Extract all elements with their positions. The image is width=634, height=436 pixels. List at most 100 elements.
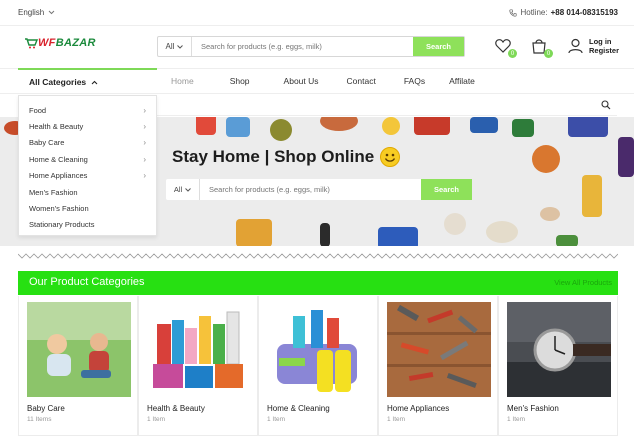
search-icon[interactable] bbox=[601, 100, 611, 110]
search-category-select[interactable]: All bbox=[158, 37, 192, 56]
category-card-baby-care[interactable]: Baby Care 11 Items bbox=[18, 296, 138, 436]
chevron-down-icon bbox=[48, 10, 55, 15]
produce-image bbox=[378, 227, 418, 246]
hero-search-button[interactable]: Search bbox=[421, 179, 472, 200]
produce-image bbox=[540, 207, 560, 221]
produce-image bbox=[414, 117, 450, 135]
produce-image bbox=[486, 221, 518, 243]
login-register-button[interactable]: Log in Register bbox=[568, 37, 619, 55]
logo-text: WFBAZAR bbox=[38, 37, 96, 49]
nav-item-affilate[interactable]: Affilate bbox=[449, 76, 475, 86]
produce-image bbox=[382, 117, 400, 135]
produce-image bbox=[320, 117, 358, 131]
produce-image bbox=[568, 117, 608, 137]
produce-image bbox=[556, 235, 578, 246]
hero-search: All Search bbox=[166, 179, 472, 200]
category-card-home-appliances[interactable]: Home Appliances 1 Item bbox=[378, 296, 498, 436]
nav-item-contact[interactable]: Contact bbox=[347, 76, 376, 86]
hotline-number[interactable]: +88 014-08315193 bbox=[551, 8, 618, 17]
home-appliances-image bbox=[387, 302, 491, 397]
nav-item-faqs[interactable]: FAQs bbox=[404, 76, 425, 86]
produce-image bbox=[444, 213, 466, 235]
nav-item-shop[interactable]: Shop bbox=[230, 76, 250, 86]
header: WFBAZAR All Search 0 0 Log in Register bbox=[0, 26, 634, 68]
cart-button[interactable]: 0 bbox=[531, 38, 553, 58]
top-bar: English Hotline: +88 014-08315193 bbox=[0, 0, 634, 26]
chevron-right-icon: › bbox=[143, 154, 146, 164]
category-count: 11 Items bbox=[27, 416, 52, 423]
category-name: Men's Fashion bbox=[507, 404, 559, 413]
categories-section-header: Our Product Categories View All Products bbox=[18, 271, 618, 295]
register-label: Register bbox=[589, 46, 620, 55]
baby-care-image bbox=[27, 302, 131, 397]
category-count: 1 Item bbox=[267, 416, 286, 423]
secondary-search-row bbox=[157, 95, 617, 116]
category-name: Home Appliances bbox=[387, 404, 450, 413]
category-name: Baby Care bbox=[27, 404, 65, 413]
produce-image bbox=[270, 119, 292, 141]
user-icon bbox=[568, 38, 583, 54]
produce-image bbox=[226, 117, 250, 137]
phone-icon bbox=[509, 8, 518, 17]
produce-image bbox=[582, 175, 602, 217]
section-title: Our Product Categories bbox=[29, 276, 145, 288]
logo[interactable]: WFBAZAR bbox=[24, 37, 96, 49]
hero-search-input[interactable] bbox=[200, 179, 421, 200]
dropdown-item-food[interactable]: Food › bbox=[19, 102, 156, 118]
search-input[interactable] bbox=[192, 37, 413, 56]
hero-search-category-select[interactable]: All bbox=[166, 179, 200, 200]
wishlist-button[interactable]: 0 bbox=[495, 38, 517, 58]
nav-menu: Home Shop About Us Contact FAQs Affilate bbox=[171, 76, 475, 86]
hotline-label: Hotline: bbox=[520, 8, 548, 17]
produce-image bbox=[196, 117, 216, 135]
wishlist-count-badge: 0 bbox=[508, 49, 517, 58]
main-nav: All Categories Home Shop About Us Contac… bbox=[0, 68, 634, 94]
language-selector[interactable]: English bbox=[18, 8, 55, 17]
cart-logo-icon bbox=[25, 38, 38, 49]
dropdown-item-health-beauty[interactable]: Health & Beauty › bbox=[19, 118, 156, 134]
categories-dropdown: Food › Health & Beauty › Baby Care › Home &… bbox=[18, 95, 157, 236]
chevron-down-icon bbox=[177, 44, 184, 49]
zigzag-divider bbox=[18, 253, 618, 259]
category-card-health-beauty[interactable]: Health & Beauty 1 Item bbox=[138, 296, 258, 436]
produce-image bbox=[618, 137, 634, 177]
dropdown-item-stationary[interactable]: Stationary Products bbox=[19, 217, 156, 233]
health-beauty-image bbox=[147, 302, 251, 397]
produce-image bbox=[470, 117, 498, 133]
login-label: Log in bbox=[589, 37, 612, 46]
language-label: English bbox=[18, 8, 45, 17]
category-count: 1 Item bbox=[147, 416, 166, 423]
nav-item-about[interactable]: About Us bbox=[284, 76, 319, 86]
cart-count-badge: 0 bbox=[544, 49, 553, 58]
all-categories-toggle[interactable]: All Categories bbox=[18, 68, 157, 94]
search-button[interactable]: Search bbox=[413, 37, 464, 56]
chevron-up-icon bbox=[91, 80, 98, 84]
dropdown-item-mens-fashion[interactable]: Men's Fashion bbox=[19, 184, 156, 200]
hero-title: Stay Home | Shop Online bbox=[172, 147, 401, 167]
produce-image bbox=[532, 145, 560, 173]
category-name: Health & Beauty bbox=[147, 404, 205, 413]
category-card-home-cleaning[interactable]: Home & Cleaning 1 Item bbox=[258, 296, 378, 436]
mens-fashion-image bbox=[507, 302, 611, 397]
dropdown-item-womens-fashion[interactable]: Women's Fashion bbox=[19, 200, 156, 216]
category-count: 1 Item bbox=[507, 416, 526, 423]
nav-item-home[interactable]: Home bbox=[171, 76, 194, 86]
dropdown-item-home-cleaning[interactable]: Home & Cleaning › bbox=[19, 151, 156, 167]
dropdown-item-baby-care[interactable]: Baby Care › bbox=[19, 135, 156, 151]
chevron-right-icon: › bbox=[143, 122, 146, 132]
chevron-right-icon: › bbox=[143, 105, 146, 115]
dropdown-item-home-appliances[interactable]: Home Appliances › bbox=[19, 168, 156, 184]
header-search: All Search bbox=[157, 36, 465, 57]
produce-image bbox=[320, 223, 330, 246]
hotline: Hotline: +88 014-08315193 bbox=[509, 8, 618, 17]
smiley-icon bbox=[380, 147, 401, 167]
chevron-down-icon bbox=[185, 187, 192, 192]
view-all-products-link[interactable]: View All Products bbox=[554, 278, 612, 287]
home-cleaning-image bbox=[267, 302, 371, 397]
chevron-right-icon: › bbox=[143, 138, 146, 148]
category-name: Home & Cleaning bbox=[267, 404, 330, 413]
produce-image bbox=[512, 119, 534, 137]
category-cards: Baby Care 11 Items Health & Beauty 1 Ite… bbox=[18, 296, 618, 436]
category-card-mens-fashion[interactable]: Men's Fashion 1 Item bbox=[498, 296, 618, 436]
chevron-right-icon: › bbox=[143, 171, 146, 181]
